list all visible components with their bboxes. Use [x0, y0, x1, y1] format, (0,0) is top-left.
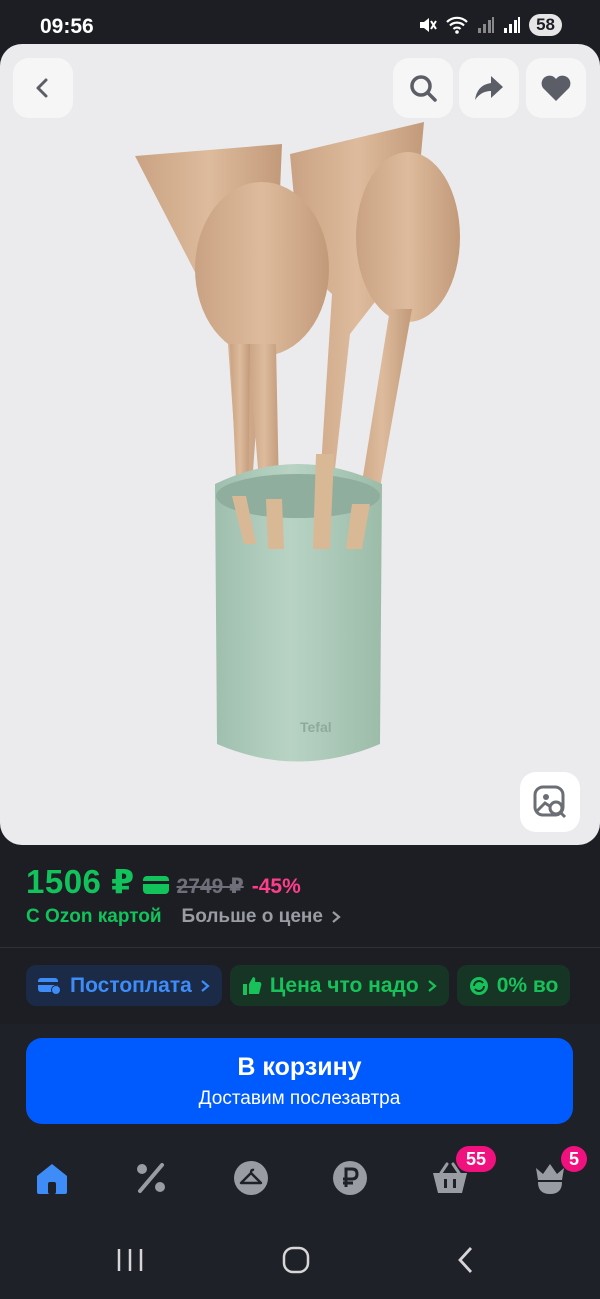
current-price: 1506 ₽: [26, 863, 135, 900]
chevron-right-icon: [427, 979, 437, 992]
ruble-icon: [333, 1161, 367, 1195]
share-icon: [475, 76, 503, 100]
divider: [0, 947, 600, 948]
hanger-icon: [234, 1161, 268, 1195]
cart-badge: 55: [456, 1146, 496, 1172]
chip-installment-label: 0% во: [496, 973, 559, 997]
thumbs-up-icon: [242, 976, 262, 995]
back-button[interactable]: [13, 58, 73, 118]
status-time: 09:56: [40, 15, 94, 38]
chip-good-price[interactable]: Цена что надо: [229, 965, 449, 1006]
tab-home[interactable]: [32, 1158, 72, 1198]
price-row: 1506 ₽ 2749 ₽ -45%: [26, 862, 301, 901]
percent-icon: [137, 1163, 165, 1193]
tab-sale[interactable]: [131, 1158, 171, 1198]
product-gallery[interactable]: Tefal: [0, 44, 600, 845]
ozon-card-label: С Ozon картой: [26, 906, 162, 927]
visual-search-icon: [533, 785, 567, 819]
discount-badge: -45%: [251, 875, 301, 898]
recents-icon: [117, 1249, 143, 1271]
search-button[interactable]: [393, 58, 453, 118]
chip-installment[interactable]: 0% во: [456, 965, 571, 1006]
add-to-cart-label: В корзину: [237, 1053, 362, 1081]
share-button[interactable]: [459, 58, 519, 118]
back-system-button[interactable]: [446, 1240, 486, 1280]
chip-postpay-label: Постоплата: [70, 973, 192, 997]
svg-text:Tefal: Tefal: [300, 719, 332, 735]
recents-button[interactable]: [110, 1240, 150, 1280]
ozon-card-icon: [142, 876, 169, 894]
chevron-right-icon: [201, 979, 210, 992]
signal-icon: [478, 17, 495, 33]
home-system-button[interactable]: [276, 1240, 316, 1280]
old-price: 2749 ₽: [176, 875, 244, 898]
delivery-label: Доставим послезавтра: [198, 1088, 401, 1109]
more-about-price-link[interactable]: Больше о цене: [182, 906, 341, 928]
chip-good-price-label: Цена что надо: [269, 973, 419, 997]
promo-chips: Постоплата Цена что надо 0% во: [26, 965, 571, 1006]
card-clock-icon: [38, 977, 61, 995]
card-row: С Ozon картой Больше о цене: [26, 906, 341, 928]
mute-icon: [420, 18, 437, 32]
chevron-right-icon: [332, 911, 341, 923]
back-arrow-icon: [458, 1247, 473, 1273]
status-icons: 58: [417, 14, 562, 36]
search-icon: [410, 75, 437, 102]
tab-fresh[interactable]: [231, 1158, 271, 1198]
more-about-price-label: Больше о цене: [181, 906, 323, 927]
favorite-button[interactable]: [526, 58, 586, 118]
back-icon: [36, 78, 48, 98]
refresh-icon: [469, 976, 488, 995]
visual-search-button[interactable]: [520, 772, 580, 832]
wifi-icon: [446, 16, 468, 34]
product-image: Tefal: [135, 122, 460, 762]
heart-icon: [541, 75, 571, 101]
signal-icon-2: [504, 17, 521, 33]
battery-indicator: 58: [529, 14, 562, 36]
chip-postpay[interactable]: Постоплата: [26, 965, 222, 1006]
add-to-cart-button[interactable]: В корзину Доставим послезавтра: [26, 1038, 573, 1124]
profile-badge: 5: [561, 1146, 587, 1172]
home-circle-icon: [282, 1246, 310, 1274]
home-icon: [37, 1164, 67, 1194]
tab-finance[interactable]: [330, 1158, 370, 1198]
status-bar: 09:56 58: [0, 0, 600, 48]
